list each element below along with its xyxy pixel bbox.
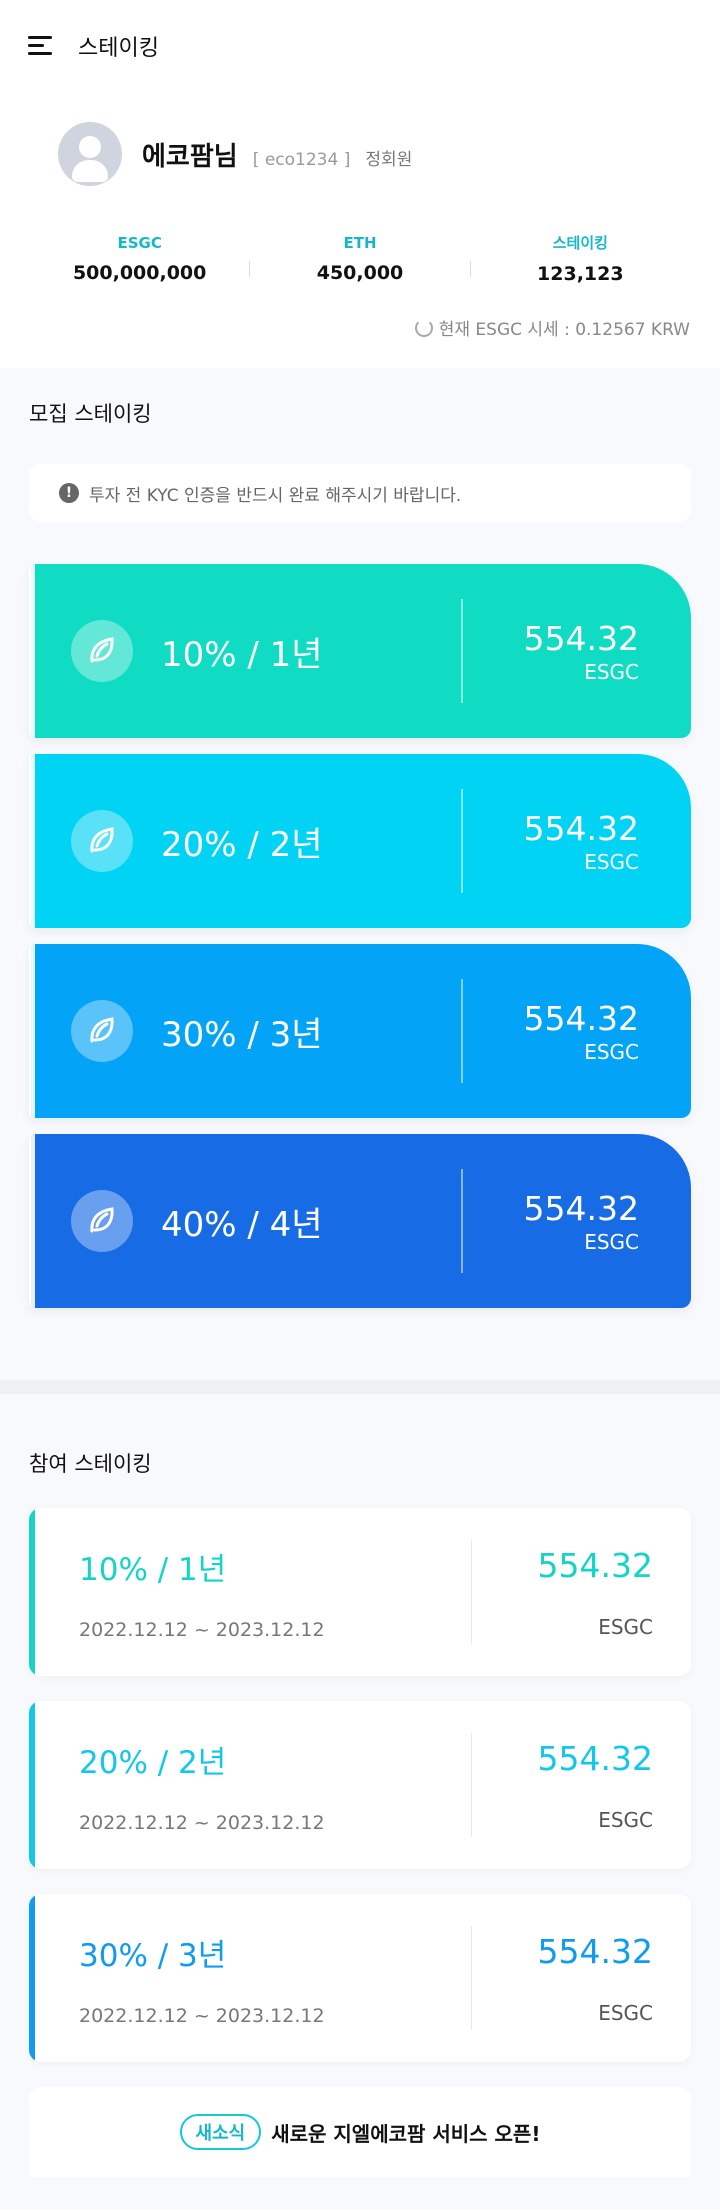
section-separator xyxy=(0,1380,720,1394)
stake-amount: 554.32 ESGC xyxy=(463,1189,691,1254)
amount-unit: ESGC xyxy=(584,849,639,874)
stake-amount: 554.32 ESGC xyxy=(463,999,691,1064)
balance-summary: ESGC 500,000,000 ETH 450,000 스테이킹 123,12… xyxy=(30,232,690,286)
balance-staking: 스테이킹 123,123 xyxy=(471,232,690,285)
user-grade: 정회원 xyxy=(365,149,413,170)
participated-card[interactable]: 30% / 3년 2022.12.12 ~ 2023.12.12 554.32 … xyxy=(29,1894,691,2062)
stake-period: 2022.12.12 ~ 2023.12.12 xyxy=(79,1811,325,1834)
price-row: 현재 ESGC 시세 : 0.12567 KRW xyxy=(30,315,690,340)
stake-rate: 10% / 1년 xyxy=(161,634,323,675)
profile-row: 에코팜님 [ eco1234 ] 정회원 xyxy=(58,122,690,186)
participated-section: 참여 스테이킹 10% / 1년 2022.12.12 ~ 2023.12.12… xyxy=(0,1394,720,2177)
accent-bar xyxy=(29,1701,35,1869)
amount-value: 554.32 xyxy=(523,998,639,1038)
section-title: 모집 스테이킹 xyxy=(29,402,152,426)
balance-eth: ETH 450,000 xyxy=(250,234,469,284)
amount-value: 554.32 xyxy=(537,1738,653,1778)
price-text: 현재 ESGC 시세 : 0.12567 KRW xyxy=(438,320,690,340)
amount-unit: ESGC xyxy=(584,1229,639,1254)
stake-rate: 40% / 4년 xyxy=(161,1204,323,1245)
amount-value: 554.32 xyxy=(537,1931,653,1971)
hamburger-menu-icon[interactable] xyxy=(28,36,52,56)
balance-label: ETH xyxy=(343,233,377,252)
stake-card[interactable]: 10% / 1년 554.32 ESGC xyxy=(29,564,691,738)
alert-icon: ! xyxy=(59,483,79,503)
stake-rate: 20% / 2년 xyxy=(79,1744,227,1781)
stake-card[interactable]: 40% / 4년 554.32 ESGC xyxy=(29,1134,691,1308)
user-name: 에코팜님 xyxy=(142,141,238,172)
leaf-coin-icon xyxy=(71,810,133,872)
stake-card-list: 10% / 1년 554.32 ESGC 20% / 2년 554.32 ESG… xyxy=(29,564,691,1308)
balance-value: 123,123 xyxy=(537,263,624,285)
amount-unit: ESGC xyxy=(584,659,639,684)
balance-value: 450,000 xyxy=(316,261,404,284)
leaf-coin-icon xyxy=(71,1000,133,1062)
notice-text: 투자 전 KYC 인증을 반드시 완료 해주시기 바랍니다. xyxy=(89,485,462,506)
balance-label: 스테이킹 xyxy=(552,234,608,252)
amount-value: 554.32 xyxy=(523,808,639,848)
stake-card[interactable]: 30% / 3년 554.32 ESGC xyxy=(29,944,691,1118)
leaf-coin-icon xyxy=(71,1190,133,1252)
profile-section: 에코팜님 [ eco1234 ] 정회원 ESGC 500,000,000 ET… xyxy=(0,92,720,368)
participated-card[interactable]: 20% / 2년 2022.12.12 ~ 2023.12.12 554.32 … xyxy=(29,1701,691,1869)
news-badge: 새소식 xyxy=(179,2114,262,2150)
amount-value: 554.32 xyxy=(523,1188,639,1228)
stake-rate: 10% / 1년 xyxy=(79,1551,227,1588)
stake-rate: 30% / 3년 xyxy=(79,1937,227,1974)
staking-page: 스테이킹 에코팜님 [ eco1234 ] 정회원 ESGC 500,000,0… xyxy=(0,0,720,2209)
stake-amount: 554.32 ESGC xyxy=(463,809,691,874)
kyc-notice: ! 투자 전 KYC 인증을 반드시 완료 해주시기 바랍니다. xyxy=(29,464,691,522)
amount-unit: ESGC xyxy=(584,1039,639,1064)
stake-rate: 20% / 2년 xyxy=(161,824,323,865)
stake-period: 2022.12.12 ~ 2023.12.12 xyxy=(79,1618,325,1641)
leaf-coin-icon xyxy=(71,620,133,682)
accent-bar xyxy=(29,1508,35,1676)
stake-amount: 554.32 ESGC xyxy=(463,619,691,684)
avatar-icon xyxy=(58,122,122,186)
balance-label: ESGC xyxy=(117,233,162,252)
section-title: 참여 스테이킹 xyxy=(29,1452,152,1476)
user-id: [ eco1234 ] xyxy=(252,149,351,170)
amount-unit: ESGC xyxy=(598,1807,653,1832)
amount-unit: ESGC xyxy=(598,2000,653,2025)
amount-value: 554.32 xyxy=(537,1545,653,1585)
recruit-section: 모집 스테이킹 ! 투자 전 KYC 인증을 반드시 완료 해주시기 바랍니다.… xyxy=(0,368,720,1308)
accent-bar xyxy=(29,1894,35,2062)
news-banner[interactable]: 새소식 새로운 지엘에코팜 서비스 오픈! xyxy=(29,2087,691,2177)
news-text: 새로운 지엘에코팜 서비스 오픈! xyxy=(271,2121,541,2146)
amount-value: 554.32 xyxy=(523,618,639,658)
page-title: 스테이킹 xyxy=(78,36,159,61)
stake-card[interactable]: 20% / 2년 554.32 ESGC xyxy=(29,754,691,928)
balance-esgc: ESGC 500,000,000 xyxy=(30,234,249,284)
top-bar: 스테이킹 xyxy=(0,0,720,92)
stake-rate: 30% / 3년 xyxy=(161,1014,323,1055)
stake-period: 2022.12.12 ~ 2023.12.12 xyxy=(79,2004,325,2027)
amount-unit: ESGC xyxy=(598,1614,653,1639)
participated-card[interactable]: 10% / 1년 2022.12.12 ~ 2023.12.12 554.32 … xyxy=(29,1508,691,1676)
refresh-icon[interactable] xyxy=(414,318,433,337)
balance-value: 500,000,000 xyxy=(72,261,207,284)
